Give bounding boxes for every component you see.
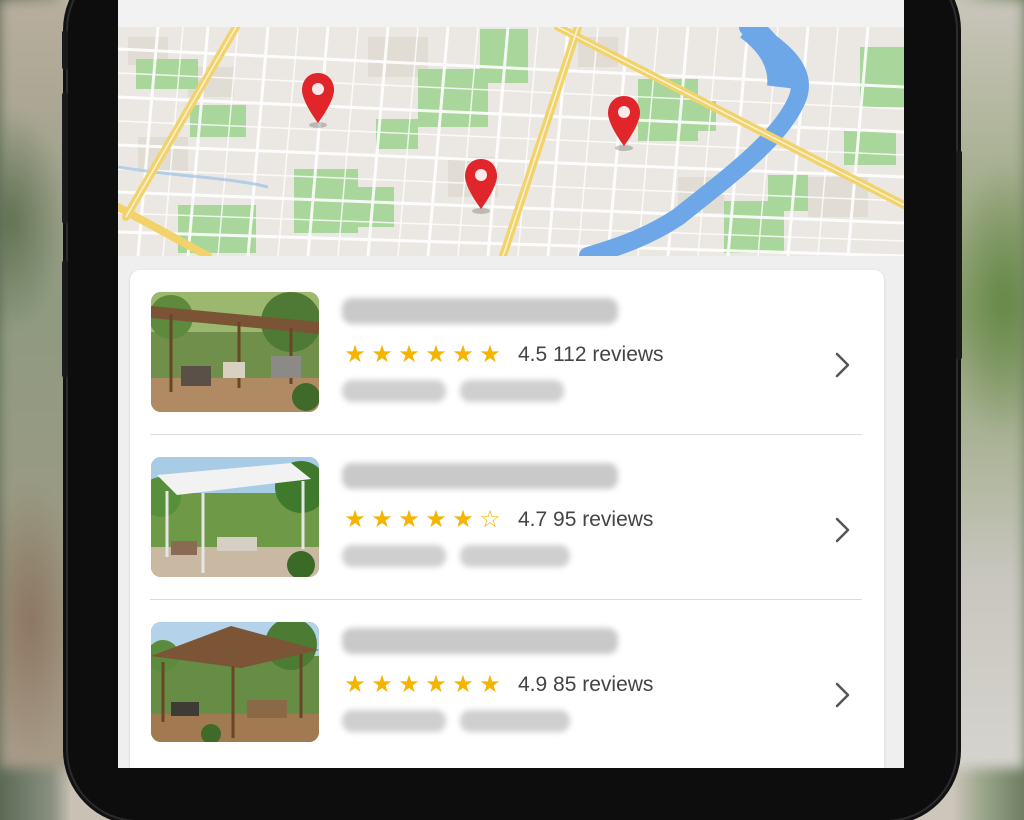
list-item[interactable]: ★ ★ ★ ★ ★ ★ 4.5 112 reviews <box>130 270 884 435</box>
detail-placeholder <box>342 710 446 732</box>
phone-volume-button <box>62 92 68 224</box>
results-list: ★ ★ ★ ★ ★ ★ 4.5 112 reviews ★ ★ ★ ★ ★ ☆ … <box>130 270 884 768</box>
review-count: 95 reviews <box>553 508 654 531</box>
app-screen: ★ ★ ★ ★ ★ ★ 4.5 112 reviews ★ ★ ★ ★ ★ ☆ … <box>118 0 904 768</box>
background-right <box>944 0 1024 768</box>
rating: ★ ★ ★ ★ ★ ☆ 4.7 95 reviews <box>342 507 653 533</box>
chevron-right-icon[interactable] <box>832 515 852 545</box>
list-item[interactable]: ★ ★ ★ ★ ★ ★ 4.9 85 reviews <box>130 600 884 765</box>
review-count: 112 reviews <box>553 343 664 366</box>
phone-mute-switch <box>62 30 68 70</box>
rating-value: 4.5 <box>518 343 548 366</box>
star-rating-icon: ★ ★ ★ ★ ★ ☆ <box>344 506 502 533</box>
map-tiles <box>118 27 904 256</box>
detail-placeholder <box>460 710 570 732</box>
location-pin-icon[interactable] <box>463 157 499 217</box>
rating-value: 4.9 <box>518 673 548 696</box>
map-view[interactable] <box>118 27 904 256</box>
top-bar <box>118 0 904 28</box>
rating-value: 4.7 <box>518 508 548 531</box>
title-placeholder <box>342 298 618 324</box>
location-pin-icon[interactable] <box>300 71 336 131</box>
pergola-patio-photo <box>151 622 319 742</box>
title-placeholder <box>342 463 618 489</box>
rating: ★ ★ ★ ★ ★ ★ 4.9 85 reviews <box>342 672 653 698</box>
detail-placeholder <box>460 380 564 402</box>
detail-placeholder <box>342 380 446 402</box>
list-item[interactable]: ★ ★ ★ ★ ★ ☆ 4.7 95 reviews <box>130 435 884 600</box>
phone-power-button <box>956 150 962 360</box>
detail-placeholder <box>342 545 446 567</box>
title-placeholder <box>342 628 618 654</box>
review-count: 85 reviews <box>553 673 654 696</box>
star-rating-icon: ★ ★ ★ ★ ★ ★ <box>344 341 502 368</box>
rating: ★ ★ ★ ★ ★ ★ 4.5 112 reviews <box>342 341 664 368</box>
pergola-patio-photo <box>151 292 319 412</box>
detail-placeholder <box>460 545 570 567</box>
chevron-right-icon[interactable] <box>832 680 852 710</box>
star-rating-icon: ★ ★ ★ ★ ★ ★ <box>344 671 502 698</box>
chevron-right-icon[interactable] <box>832 350 852 380</box>
location-pin-icon[interactable] <box>606 94 642 154</box>
pergola-patio-photo <box>151 457 319 577</box>
phone-volume-button <box>62 260 68 378</box>
